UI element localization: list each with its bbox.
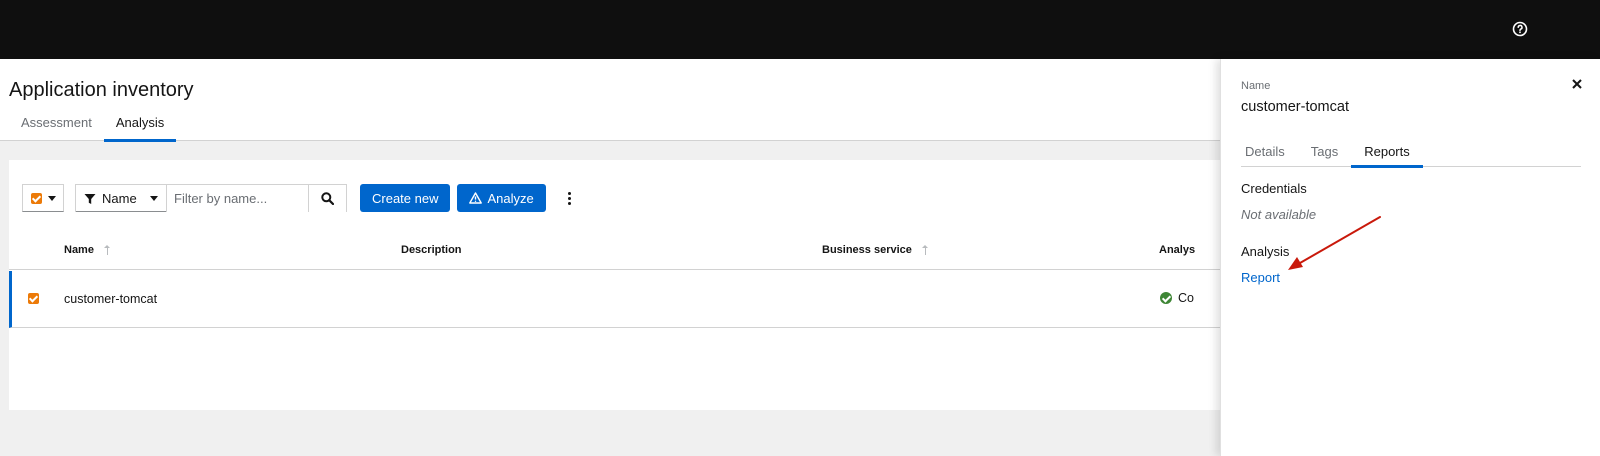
filter-input[interactable] xyxy=(167,184,309,212)
page-title: Application inventory xyxy=(9,79,194,101)
drawer-tab-details[interactable]: Details xyxy=(1241,144,1298,167)
search-button[interactable] xyxy=(309,184,347,212)
row-checkbox[interactable] xyxy=(28,293,39,304)
credentials-heading: Credentials xyxy=(1241,181,1307,196)
masthead xyxy=(0,0,1600,59)
analyze-label: Analyze xyxy=(487,190,534,206)
column-name[interactable]: Name xyxy=(64,244,111,256)
bulk-select-checkbox[interactable] xyxy=(30,192,42,204)
warning-icon xyxy=(469,192,483,204)
status-badge: Co xyxy=(1160,291,1194,305)
kebab-icon[interactable] xyxy=(560,184,580,212)
close-icon[interactable] xyxy=(1570,77,1584,91)
drawer-name-label: Name xyxy=(1241,80,1271,92)
table-row[interactable]: customer-tomcat Co xyxy=(9,271,1220,328)
check-circle-icon xyxy=(1160,292,1172,304)
toolbar: Name Create new Analyze xyxy=(22,183,580,213)
row-name: customer-tomcat xyxy=(64,292,158,306)
filter-icon xyxy=(84,193,96,204)
tab-analysis[interactable]: Analysis xyxy=(103,113,177,142)
filter-type-label: Name xyxy=(102,191,137,206)
credentials-value: Not available xyxy=(1241,207,1317,222)
drawer-tabs: Details Tags Reports xyxy=(1241,144,1581,168)
analyze-button[interactable]: Analyze xyxy=(457,184,546,212)
create-new-button[interactable]: Create new xyxy=(360,184,451,212)
page-tabs: Assessment Analysis xyxy=(9,113,177,142)
column-description: Description xyxy=(401,244,462,256)
sort-icon xyxy=(103,244,111,256)
status-text: Co xyxy=(1178,291,1194,305)
filter-group: Name xyxy=(75,184,347,212)
chevron-down-icon xyxy=(150,196,158,201)
details-drawer: Name customer-tomcat Details Tags Report… xyxy=(1220,59,1600,456)
help-icon[interactable] xyxy=(1512,21,1528,37)
filter-type-select[interactable]: Name xyxy=(75,184,167,212)
column-business-service[interactable]: Business service xyxy=(822,244,929,256)
sort-icon xyxy=(921,244,929,256)
chevron-down-icon xyxy=(47,195,56,201)
table-header: Name Description Business service Analys xyxy=(9,238,1220,270)
analysis-heading: Analysis xyxy=(1241,244,1290,259)
create-new-label: Create new xyxy=(372,190,439,206)
tab-assessment[interactable]: Assessment xyxy=(9,113,104,141)
bulk-select-dropdown[interactable] xyxy=(22,184,64,212)
drawer-tab-tags[interactable]: Tags xyxy=(1298,144,1351,167)
drawer-title: customer-tomcat xyxy=(1241,99,1349,115)
drawer-tab-reports[interactable]: Reports xyxy=(1351,144,1423,168)
page-header: Application inventory Assessment Analysi… xyxy=(0,59,1220,142)
inventory-card: Name Create new Analyze xyxy=(9,160,1220,410)
column-analysis[interactable]: Analys xyxy=(1159,244,1195,256)
report-link[interactable]: Report xyxy=(1241,270,1280,285)
search-icon xyxy=(321,192,334,205)
